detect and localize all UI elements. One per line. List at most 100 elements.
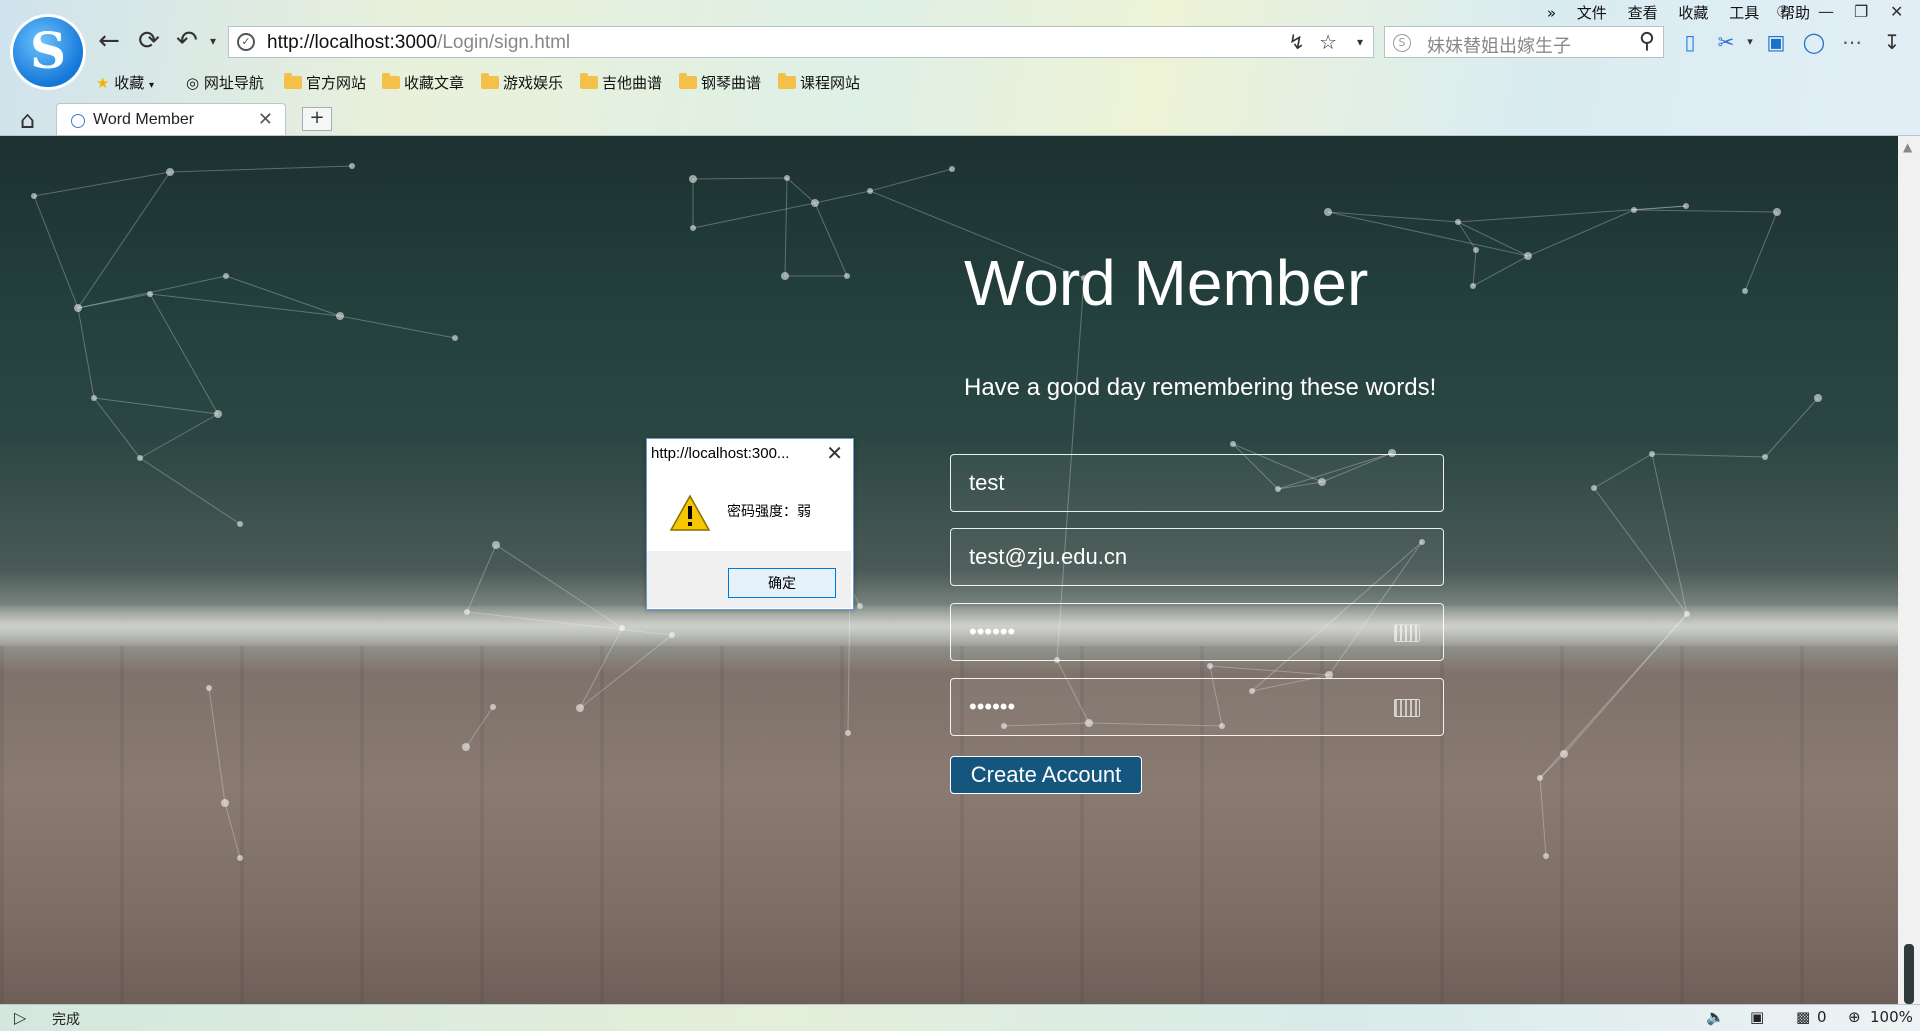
shield-icon[interactable]: ◯ [1800,28,1828,56]
bookmark-favorites[interactable]: ★ 收藏 ▾ [96,72,154,93]
network-link [814,202,848,277]
play-icon[interactable]: ▷ [14,1008,26,1027]
menu-expand-icon[interactable]: » [1547,4,1556,22]
sidebar-icon[interactable]: ▯ [1676,28,1704,56]
back-arrow-icon[interactable]: ← [94,26,124,56]
network-link [139,457,241,525]
zoom-icon[interactable]: ⊕ [1848,1008,1861,1026]
network-link [869,168,953,192]
address-url[interactable]: http://localhost:3000/Login/sign.html [267,32,570,54]
network-icon[interactable]: ▣ [1750,1008,1764,1026]
network-node [1473,247,1479,253]
bookmark-label: 吉他曲谱 [602,74,663,92]
bookmark-label: 网址导航 [203,74,264,92]
bookmark-nav[interactable]: ◎ 网址导航 [186,72,264,93]
url-host: http://localhost:3000 [267,32,438,53]
network-node [31,193,37,199]
network-link [1744,211,1778,292]
network-node [147,291,153,297]
network-link [1209,665,1330,676]
address-dropdown-icon[interactable]: ▾ [1357,35,1363,49]
network-link [224,802,241,859]
chevron-down-icon: ▾ [149,80,155,91]
network-node [1814,394,1822,402]
network-node [1324,208,1332,216]
bookmark-piano[interactable]: 钢琴曲谱 [679,72,761,93]
network-link [93,397,141,459]
network-link [93,397,219,415]
bookmark-official[interactable]: 官方网站 [284,72,366,93]
network-link [784,177,788,277]
network-node [1560,750,1568,758]
email-input[interactable] [950,528,1444,586]
menu-tools[interactable]: 工具 [1729,4,1759,22]
status-bar: ▷ 完成 🔈 ▣ ▩ 0 ⊕ 100% [0,1004,1920,1031]
password-input[interactable] [950,603,1444,661]
network-node [844,273,850,279]
bookmark-articles[interactable]: 收藏文章 [382,72,464,93]
network-node [1591,485,1597,491]
network-node [1762,454,1768,460]
network-link [33,195,79,309]
username-input[interactable] [950,454,1444,512]
network-link [786,177,816,204]
globe-icon: ◎ [186,74,200,92]
tab-strip: ⌂ Word Member ✕ + [0,102,1920,136]
alert-dialog: http://localhost:300... ✕ 密码强度：弱 确定 [646,438,854,610]
status-text: 完成 [52,1012,80,1028]
create-account-button[interactable]: Create Account [950,756,1142,794]
network-node [1207,663,1213,669]
refresh-icon[interactable]: ⟳ [134,26,164,56]
bookmark-label: 课程网站 [800,74,861,92]
menu-view[interactable]: 查看 [1628,4,1658,22]
scissors-dropdown-icon[interactable]: ▾ [1736,28,1764,56]
security-shield-icon: ✓ [237,33,255,51]
ok-button[interactable]: 确定 [728,568,836,598]
scrollbar-thumb[interactable] [1904,944,1914,1004]
network-link [466,544,497,613]
confirm-password-input[interactable] [950,678,1444,736]
speaker-icon[interactable]: 🔈 [1706,1008,1725,1026]
undo-dropdown-icon[interactable]: ▾ [198,26,228,56]
search-engine-icon: S [1393,34,1411,52]
network-link [495,544,623,629]
bookmark-courses[interactable]: 课程网站 [778,72,860,93]
translate-icon[interactable]: ▣ [1762,28,1790,56]
restore-icon[interactable]: ❐ [1854,2,1868,21]
network-link [225,275,341,317]
download-icon[interactable]: ↧ [1878,28,1906,56]
network-node [845,730,851,736]
lightning-icon[interactable]: ↯ [1288,30,1305,54]
menu-favorites[interactable]: 收藏 [1678,4,1708,22]
dialog-close-icon[interactable]: ✕ [826,441,843,465]
search-box[interactable]: S 妹妹替姐出嫁生子 ⚲ [1384,26,1664,58]
keyboard-icon[interactable] [1394,699,1420,717]
more-icon[interactable]: ⋯ [1838,28,1866,56]
adblock-icon[interactable]: ▩ [1796,1008,1810,1026]
scroll-up-icon[interactable]: ▲ [1903,140,1912,154]
folder-icon [778,73,796,89]
tab-word-member[interactable]: Word Member ✕ [56,103,286,136]
address-bar[interactable]: ✓ http://localhost:3000/Login/sign.html … [228,26,1374,58]
network-link [208,687,226,804]
keyboard-icon[interactable] [1394,624,1420,642]
skin-icon[interactable]: ☉ [1776,2,1790,21]
close-tab-icon[interactable]: ✕ [258,109,273,130]
page-title: Word Member [964,247,1369,319]
bookmark-guitar[interactable]: 吉他曲谱 [580,72,662,93]
bookmark-star-icon[interactable]: ☆ [1319,30,1337,54]
network-link [139,413,219,459]
zoom-level[interactable]: 100% [1870,1008,1913,1026]
network-link [1472,255,1529,287]
network-link [692,202,816,229]
close-window-icon[interactable]: ✕ [1890,2,1903,21]
network-node [1649,451,1655,457]
scrollbar[interactable]: ▲ [1898,136,1920,1004]
home-icon[interactable]: ⌂ [20,106,35,134]
bookmark-games[interactable]: 游戏娱乐 [481,72,563,93]
new-tab-button[interactable]: + [302,107,332,131]
menu-file[interactable]: 文件 [1577,4,1607,22]
search-icon[interactable]: ⚲ [1639,29,1655,54]
minimize-icon[interactable]: — [1818,2,1834,21]
network-node [576,704,584,712]
